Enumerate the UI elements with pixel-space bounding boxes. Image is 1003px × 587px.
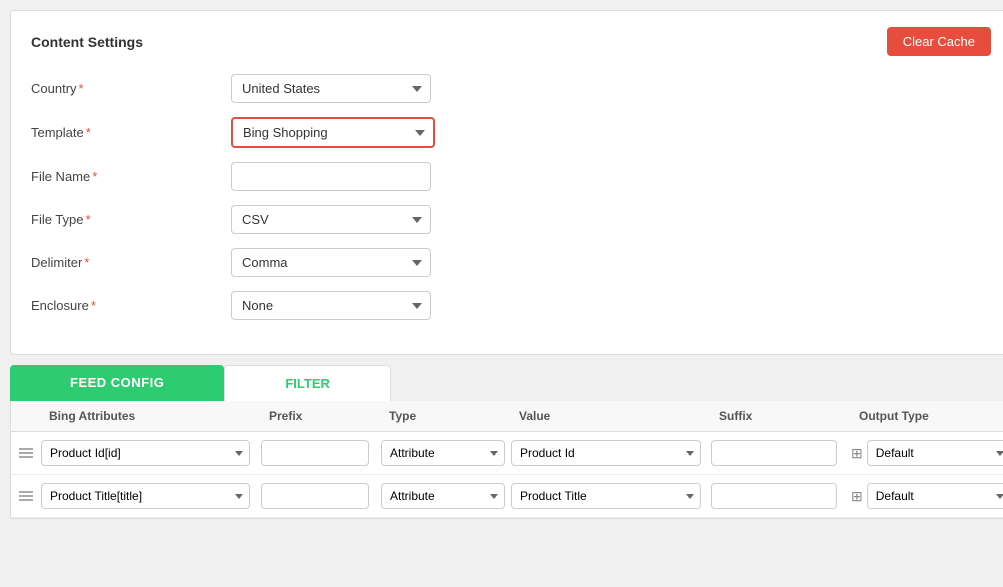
template-label: Template* xyxy=(31,125,231,140)
cell-value-2: Product Title xyxy=(511,483,711,509)
th-suffix: Suffix xyxy=(711,409,851,423)
suffix-input-1[interactable] xyxy=(711,440,837,466)
th-value: Value xyxy=(511,409,711,423)
th-drag xyxy=(11,409,41,423)
value-select-1[interactable]: Product Id xyxy=(511,440,701,466)
delimiter-row: Delimiter* Comma xyxy=(31,248,991,277)
enclosure-row: Enclosure* None xyxy=(31,291,991,320)
filetype-select[interactable]: CSV xyxy=(231,205,431,234)
cell-suffix-2 xyxy=(711,483,851,509)
filename-label: File Name* xyxy=(31,169,231,184)
delimiter-label: Delimiter* xyxy=(31,255,231,270)
th-output-type: Output Type xyxy=(851,409,1003,423)
filetype-label: File Type* xyxy=(31,212,231,227)
table-header: Bing Attributes Prefix Type Value Suffix… xyxy=(11,401,1003,432)
feed-config-table: Bing Attributes Prefix Type Value Suffix… xyxy=(10,401,1003,519)
cell-type-2: Attribute xyxy=(381,483,511,509)
drag-handle-2[interactable] xyxy=(11,491,41,501)
grid-icon-1[interactable]: ⊞ xyxy=(851,445,863,462)
main-content: Content Settings Clear Cache Country* Un… xyxy=(0,0,1003,587)
card-header: Content Settings Clear Cache xyxy=(31,27,991,56)
drag-handle[interactable] xyxy=(11,448,41,458)
output-type-select-1[interactable]: Default xyxy=(867,440,1003,466)
prefix-input-2[interactable] xyxy=(261,483,369,509)
type-select-1[interactable]: Attribute xyxy=(381,440,505,466)
country-select[interactable]: United States xyxy=(231,74,431,103)
clear-cache-button[interactable]: Clear Cache xyxy=(887,27,991,56)
page-layout: Content Settings Clear Cache Country* Un… xyxy=(0,0,1003,587)
cell-output-type-2: ⊞ Default xyxy=(851,483,1003,509)
tabs-bar: FEED CONFIG FILTER xyxy=(10,365,1003,401)
content-settings-card: Content Settings Clear Cache Country* Un… xyxy=(10,10,1003,355)
grid-icon-2[interactable]: ⊞ xyxy=(851,488,863,505)
cell-bing-attribute-1: Product Id[id] xyxy=(41,440,261,466)
enclosure-select[interactable]: None xyxy=(231,291,431,320)
filename-row: File Name* xyxy=(31,162,991,191)
th-type: Type xyxy=(381,409,511,423)
filetype-row: File Type* CSV xyxy=(31,205,991,234)
tab-feed-config[interactable]: FEED CONFIG xyxy=(10,365,224,401)
cell-type-1: Attribute xyxy=(381,440,511,466)
country-row: Country* United States xyxy=(31,74,991,103)
cell-prefix-1 xyxy=(261,440,381,466)
cell-suffix-1 xyxy=(711,440,851,466)
prefix-input-1[interactable] xyxy=(261,440,369,466)
attribute-select-1[interactable]: Product Id[id] xyxy=(41,440,250,466)
cell-prefix-2 xyxy=(261,483,381,509)
table-row: Product Id[id] Attribute Product Id xyxy=(11,432,1003,475)
template-row: Template* Bing Shopping xyxy=(31,117,991,148)
th-prefix: Prefix xyxy=(261,409,381,423)
tabs-section: FEED CONFIG FILTER Bing Attributes Prefi… xyxy=(10,365,1003,519)
tab-filter[interactable]: FILTER xyxy=(224,365,391,401)
cell-output-type-1: ⊞ Default xyxy=(851,440,1003,466)
cell-bing-attribute-2: Product Title[title] xyxy=(41,483,261,509)
cell-value-1: Product Id xyxy=(511,440,711,466)
filename-input[interactable] xyxy=(231,162,431,191)
delimiter-select[interactable]: Comma xyxy=(231,248,431,277)
card-title: Content Settings xyxy=(31,34,143,50)
country-label: Country* xyxy=(31,81,231,96)
enclosure-label: Enclosure* xyxy=(31,298,231,313)
table-row: Product Title[title] Attribute Product T… xyxy=(11,475,1003,518)
value-select-2[interactable]: Product Title xyxy=(511,483,701,509)
template-select[interactable]: Bing Shopping xyxy=(233,119,433,146)
template-select-wrapper: Bing Shopping xyxy=(231,117,435,148)
type-select-2[interactable]: Attribute xyxy=(381,483,505,509)
th-bing-attributes: Bing Attributes xyxy=(41,409,261,423)
suffix-input-2[interactable] xyxy=(711,483,837,509)
output-type-select-2[interactable]: Default xyxy=(867,483,1003,509)
attribute-select-2[interactable]: Product Title[title] xyxy=(41,483,250,509)
